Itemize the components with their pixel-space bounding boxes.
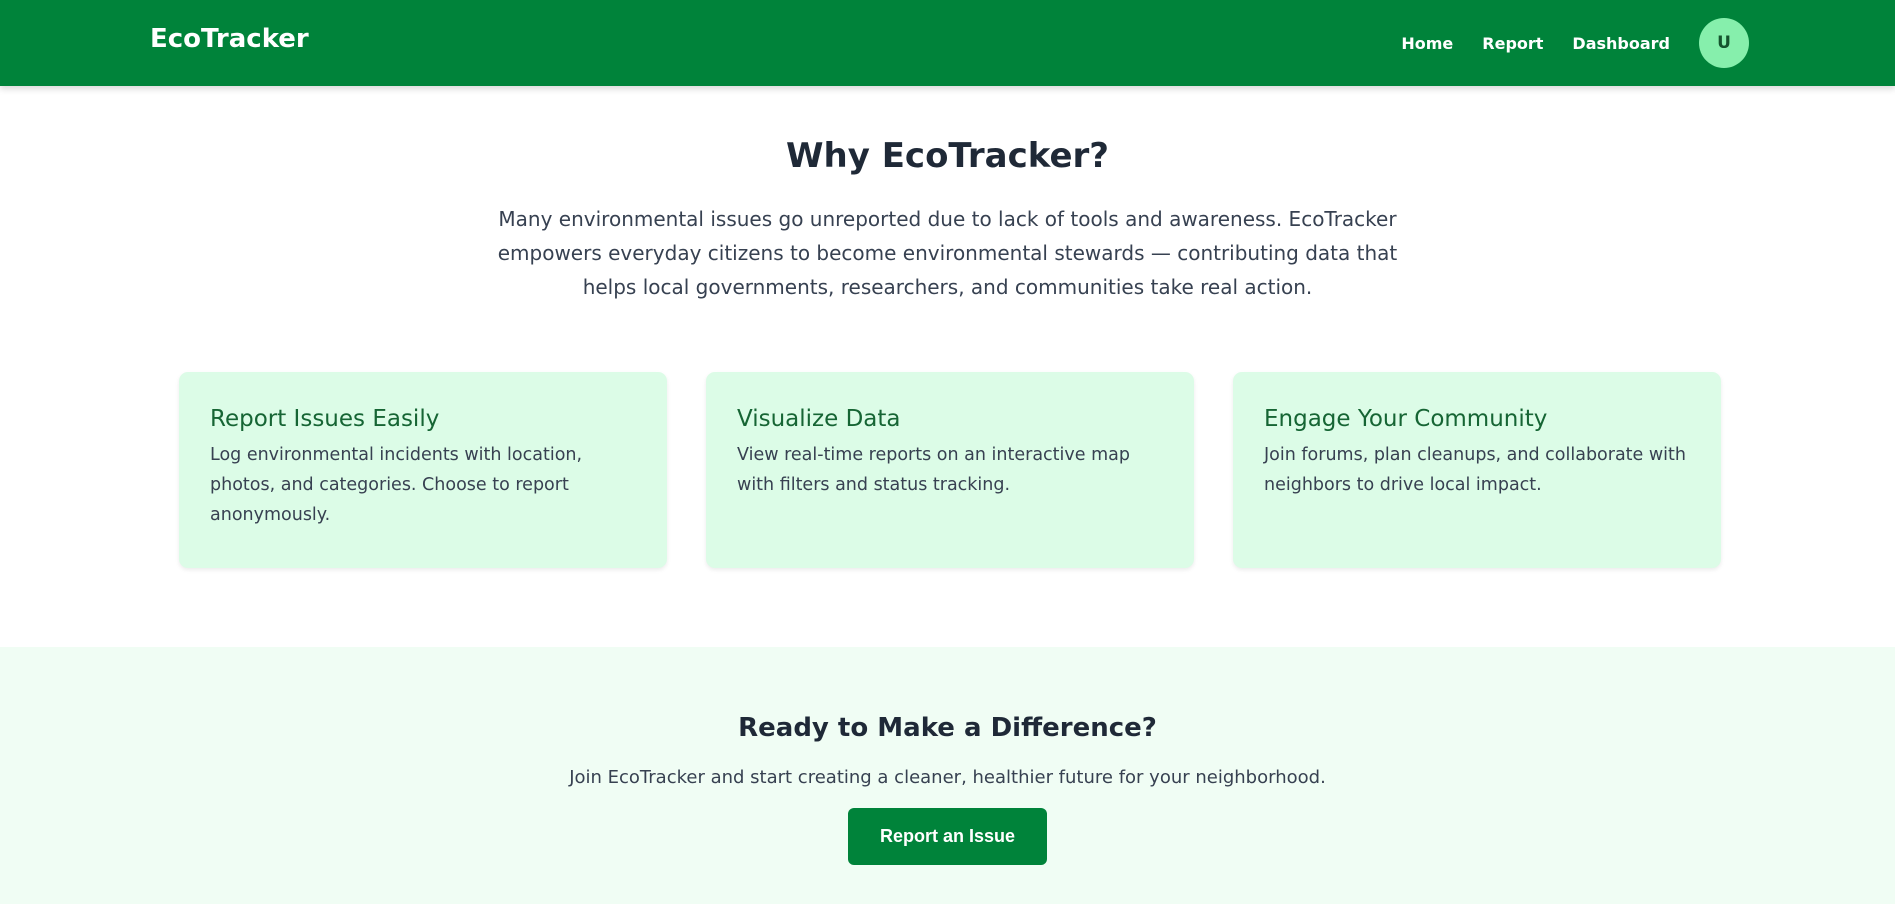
nav-report[interactable]: Report: [1482, 34, 1543, 53]
card-text: Join forums, plan cleanups, and collabor…: [1264, 445, 1686, 495]
nav-dashboard[interactable]: Dashboard: [1572, 34, 1670, 53]
card-title: Engage Your Community: [1264, 406, 1548, 432]
avatar[interactable]: U: [1699, 18, 1749, 68]
why-section: Why EcoTracker? Many environmental issue…: [0, 86, 1895, 304]
card-text: Log environmental incidents with locatio…: [210, 445, 583, 525]
cta-title: Ready to Make a Difference?: [738, 713, 1157, 743]
logo[interactable]: EcoTracker: [150, 24, 309, 54]
feature-card-report: Report Issues Easily Log environmental i…: [179, 372, 667, 568]
top-navbar: EcoTracker Home Report Dashboard U: [0, 0, 1895, 86]
cta-section: Ready to Make a Difference? Join EcoTrac…: [0, 647, 1895, 904]
nav-home[interactable]: Home: [1401, 34, 1453, 53]
section-title: Why EcoTracker?: [785, 136, 1110, 176]
card-title: Visualize Data: [737, 406, 901, 432]
nav-menu: Home Report Dashboard U: [1401, 18, 1749, 68]
section-description: Many environmental issues go unreported …: [497, 207, 1398, 299]
cta-text: Join EcoTracker and start creating a cle…: [569, 767, 1326, 788]
feature-cards: Report Issues Easily Log environmental i…: [179, 372, 1721, 568]
report-issue-button[interactable]: Report an Issue: [848, 808, 1047, 865]
card-text: View real-time reports on an interactive…: [737, 445, 1130, 495]
feature-card-community: Engage Your Community Join forums, plan …: [1233, 372, 1721, 568]
feature-card-visualize: Visualize Data View real-time reports on…: [706, 372, 1194, 568]
card-title: Report Issues Easily: [210, 406, 440, 432]
